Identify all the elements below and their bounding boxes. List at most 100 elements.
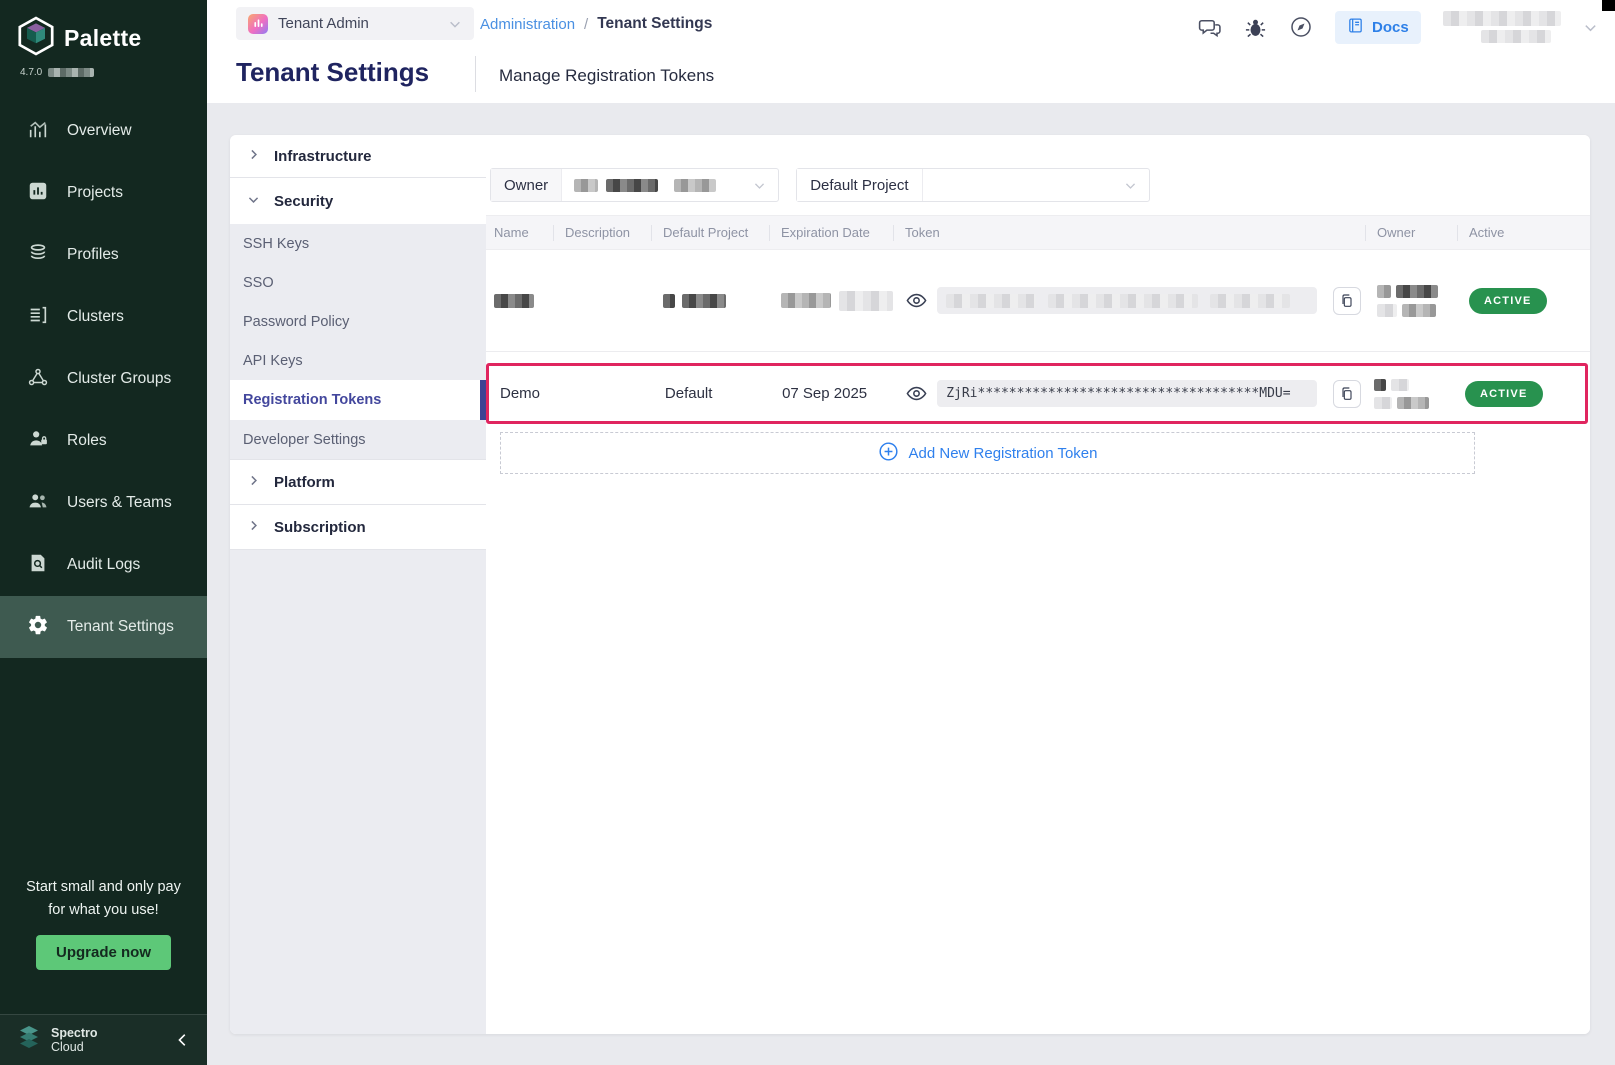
scope-selector[interactable]: Tenant Admin (236, 7, 474, 40)
docs-button[interactable]: Docs (1335, 11, 1421, 44)
app-root: Palette 4.7.0 Overview Projects (0, 0, 1615, 1065)
table-row[interactable]: ACTIVE (486, 250, 1590, 352)
projects-icon (27, 180, 49, 207)
cell-expiration-date: 07 Sep 2025 (770, 366, 893, 421)
menu-item-registration-tokens[interactable]: Registration Tokens (230, 380, 486, 420)
user-menu[interactable] (1443, 11, 1561, 43)
add-registration-token-button[interactable]: Add New Registration Token (500, 432, 1475, 474)
menu-section-label: Security (274, 193, 333, 210)
breadcrumb-administration[interactable]: Administration (480, 16, 575, 33)
default-project-filter-select[interactable] (923, 169, 1149, 201)
bug-report-icon[interactable] (1244, 16, 1267, 39)
chevron-right-icon (247, 148, 260, 165)
user-role-redacted (1481, 30, 1551, 43)
page-title: Tenant Settings (236, 57, 429, 88)
menu-item-label: SSO (243, 275, 274, 291)
cell-description (553, 250, 651, 351)
cell-owner (1362, 366, 1453, 421)
menu-section-label: Platform (274, 474, 335, 491)
chevron-down-icon (1124, 179, 1137, 192)
owner-filter-label: Owner (491, 169, 562, 201)
audit-logs-icon (27, 552, 49, 579)
date-redacted (839, 291, 893, 311)
project-redacted (682, 294, 726, 308)
cell-default-project: Default (653, 366, 770, 421)
cluster-groups-icon (27, 366, 49, 393)
user-menu-chevron-icon[interactable] (1583, 20, 1598, 35)
menu-item-password-policy[interactable]: Password Policy (230, 302, 486, 341)
sidebar-item-users-teams[interactable]: Users & Teams (0, 472, 207, 534)
spectro-cloud-brand: Spectro Cloud (51, 1026, 98, 1055)
corner-redaction (1602, 0, 1615, 11)
scope-selector-label: Tenant Admin (278, 15, 369, 32)
copy-icon[interactable] (1333, 287, 1361, 315)
menu-item-ssh-keys[interactable]: SSH Keys (230, 224, 486, 263)
menu-item-label: Password Policy (243, 314, 349, 330)
cell-active: ACTIVE (1457, 250, 1590, 351)
tenant-admin-icon (248, 14, 268, 34)
gear-icon (27, 614, 49, 641)
sidebar-item-projects[interactable]: Projects (0, 162, 207, 224)
menu-section-infrastructure[interactable]: Infrastructure (230, 135, 486, 178)
sidebar-item-roles[interactable]: Roles (0, 410, 207, 472)
sidebar-item-tenant-settings[interactable]: Tenant Settings (0, 596, 207, 658)
sidebar-item-overview[interactable]: Overview (0, 100, 207, 162)
token-redacted (946, 294, 1036, 308)
chevron-right-icon (247, 519, 260, 536)
breadcrumb: Administration / Tenant Settings (480, 15, 712, 33)
menu-section-subscription[interactable]: Subscription (230, 505, 486, 550)
menu-section-label: Subscription (274, 519, 366, 536)
topbar: Tenant Admin Administration / Tenant Set… (207, 0, 1615, 103)
content-card: Infrastructure Security SSH Keys SSO Pas… (230, 135, 1590, 1034)
app-name: Palette (64, 25, 142, 52)
cell-token: ZjRi************************************… (893, 366, 1361, 421)
column-header-description: Description (553, 216, 651, 249)
upgrade-now-button[interactable]: Upgrade now (36, 935, 171, 970)
column-header-name: Name (486, 216, 553, 249)
spectro-cloud-logo-icon (16, 1025, 42, 1056)
token-redacted (1210, 294, 1290, 308)
add-token-label: Add New Registration Token (909, 445, 1098, 462)
table-row-highlighted[interactable]: Demo Default 07 Sep 2025 ZjRi***********… (486, 363, 1588, 424)
sidebar-item-cluster-groups[interactable]: Cluster Groups (0, 348, 207, 410)
column-header-expiration-date: Expiration Date (769, 216, 893, 249)
menu-section-platform[interactable]: Platform (230, 459, 486, 505)
eye-icon[interactable] (905, 289, 928, 312)
owner-filter-select[interactable] (562, 169, 778, 201)
compass-icon[interactable] (1289, 15, 1313, 39)
sidebar-item-label: Profiles (67, 246, 119, 264)
sidebar-item-profiles[interactable]: Profiles (0, 224, 207, 286)
title-divider (475, 56, 476, 92)
chat-icon[interactable] (1197, 15, 1222, 40)
owner-value-redacted (574, 179, 598, 192)
owner-filter: Owner (490, 168, 779, 202)
copy-icon[interactable] (1333, 380, 1361, 408)
column-header-owner: Owner (1365, 216, 1457, 249)
sidebar-item-audit-logs[interactable]: Audit Logs (0, 534, 207, 596)
breadcrumb-separator: / (584, 16, 588, 33)
cell-default-project (651, 250, 769, 351)
chevron-left-icon[interactable] (175, 1032, 191, 1048)
sidebar-item-label: Cluster Groups (67, 370, 171, 388)
cell-name (486, 250, 553, 351)
menu-item-sso[interactable]: SSO (230, 263, 486, 302)
token-field (937, 287, 1317, 314)
sidebar-item-label: Overview (67, 122, 132, 140)
sidebar-item-label: Projects (67, 184, 123, 202)
cell-token (893, 250, 1365, 351)
cell-expiration-date (769, 250, 893, 351)
menu-item-api-keys[interactable]: API Keys (230, 341, 486, 380)
sidebar-item-clusters[interactable]: Clusters (0, 286, 207, 348)
palette-logo-icon (18, 16, 54, 61)
sidebar-item-label: Users & Teams (67, 494, 172, 512)
settings-menu: Infrastructure Security SSH Keys SSO Pas… (230, 135, 486, 1034)
eye-icon[interactable] (905, 382, 928, 405)
overview-chart-icon (27, 118, 49, 145)
clusters-icon (27, 304, 49, 331)
menu-section-security[interactable]: Security (230, 178, 486, 224)
owner-redacted (1377, 285, 1438, 317)
sidebar-item-label: Clusters (67, 308, 124, 326)
default-project-filter-label: Default Project (797, 169, 922, 201)
menu-item-label: API Keys (243, 353, 303, 369)
menu-item-developer-settings[interactable]: Developer Settings (230, 420, 486, 459)
